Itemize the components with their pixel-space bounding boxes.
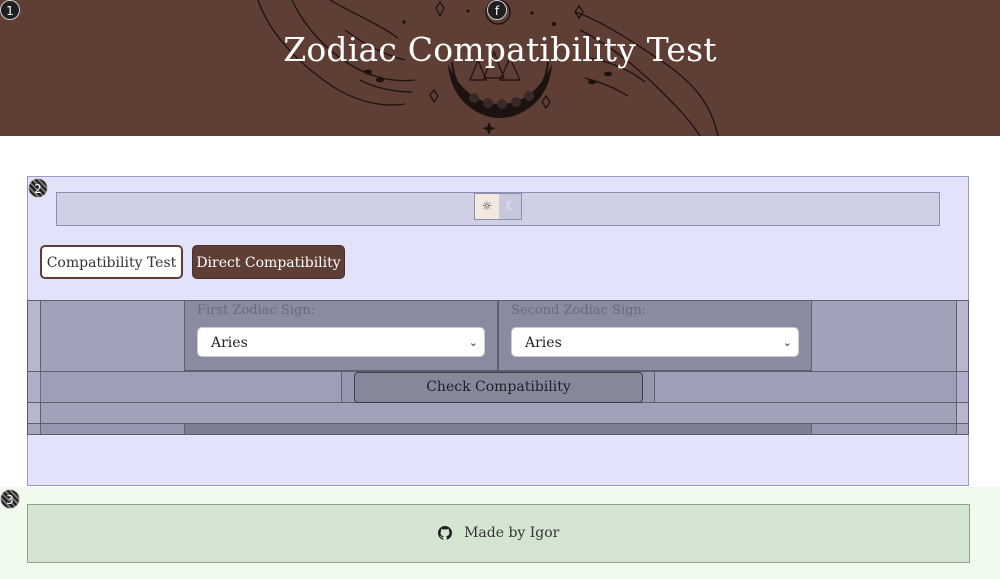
tab-compatibility-test[interactable]: Compatibility Test xyxy=(40,245,183,279)
chevron-down-icon: ⌄ xyxy=(468,336,478,349)
footer-content: Made by Igor xyxy=(28,505,969,562)
header-banner: Zodiac Compatibility Test xyxy=(0,0,1000,136)
header-icon: f xyxy=(487,0,507,20)
second-sign-value: Aries xyxy=(525,335,562,351)
check-compatibility-button[interactable]: Check Compatibility xyxy=(354,372,643,403)
sun-icon[interactable]: ☼ xyxy=(475,194,499,219)
first-sign-value: Aries xyxy=(211,335,248,351)
page: Zodiac Compatibility Test 1 f 2 ☼ ☾ Comp… xyxy=(0,0,1000,579)
chevron-down-icon: ⌄ xyxy=(782,336,792,349)
form-bottom-inner xyxy=(184,423,812,435)
badge-1: 1 xyxy=(0,0,20,20)
page-title: Zodiac Compatibility Test xyxy=(283,30,717,69)
second-sign-label: Second Zodiac Sign: xyxy=(511,303,647,318)
github-icon[interactable] xyxy=(437,526,452,540)
badge-2: 2 xyxy=(28,178,48,198)
moon-icon[interactable]: ☾ xyxy=(499,194,523,219)
footer-box: Made by Igor xyxy=(27,504,970,563)
first-sign-label: First Zodiac Sign: xyxy=(197,303,316,318)
second-sign-select[interactable]: Aries ⌄ xyxy=(511,327,799,357)
badge-3: 3 xyxy=(0,489,20,509)
footer-text[interactable]: Made by Igor xyxy=(464,525,559,541)
first-sign-select[interactable]: Aries ⌄ xyxy=(197,327,485,357)
tab-direct-compatibility[interactable]: Direct Compatibility xyxy=(192,245,345,279)
theme-toggle[interactable]: ☼ ☾ xyxy=(474,193,522,220)
